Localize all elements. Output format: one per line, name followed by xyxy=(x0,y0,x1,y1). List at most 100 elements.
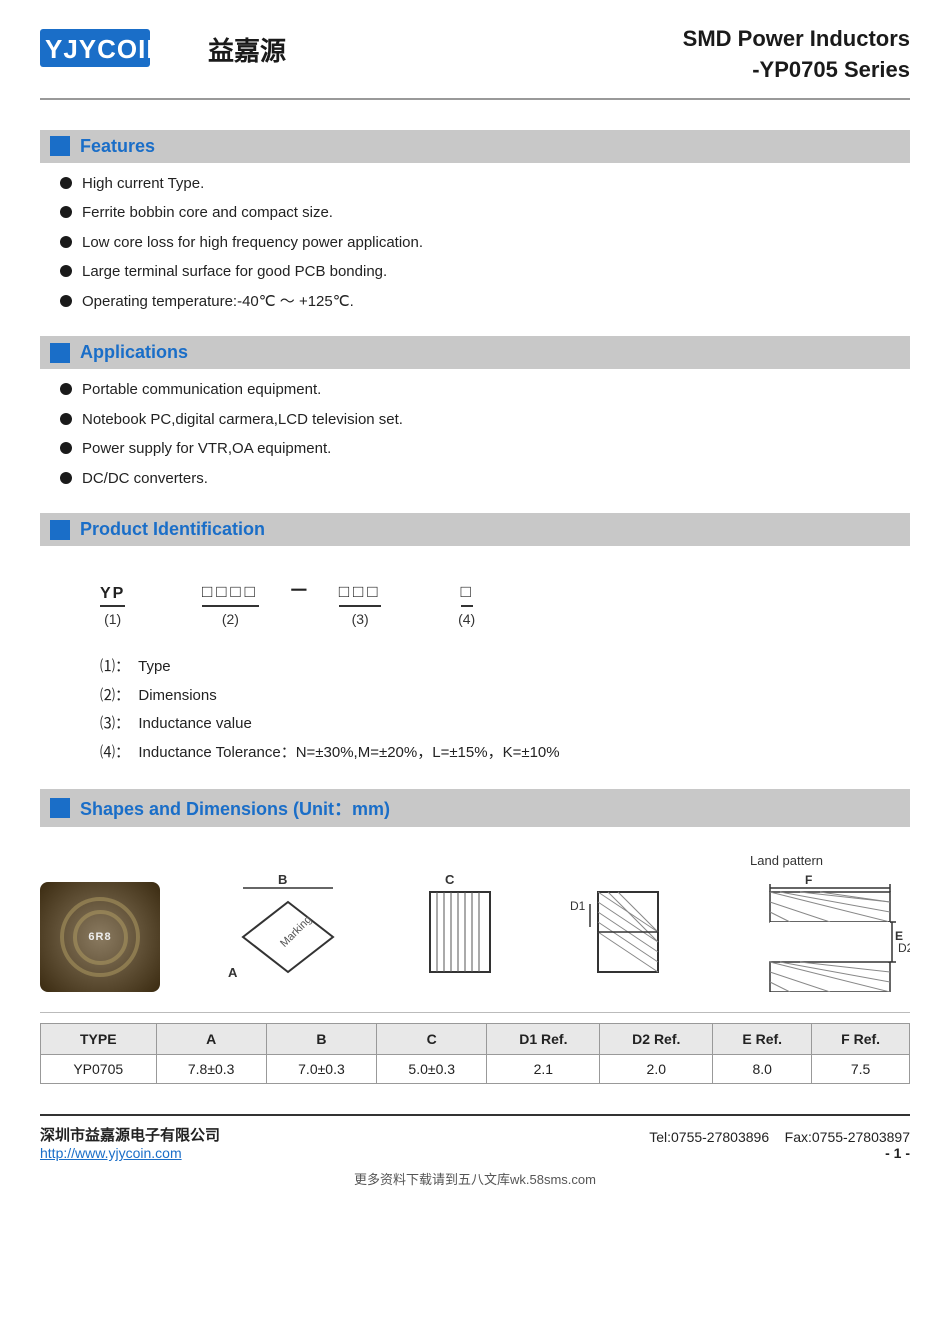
bullet-dot xyxy=(60,177,72,189)
cell-c: 5.0±0.3 xyxy=(377,1055,487,1084)
footer-right: Tel:0755-27803896 Fax:0755-27803897 - 1 … xyxy=(649,1129,910,1161)
pid-label-3: (3) xyxy=(352,611,369,627)
pid-code-4: □ xyxy=(461,584,473,607)
svg-text:YJYCOIN: YJYCOIN xyxy=(45,34,166,64)
component-label: 6R8 xyxy=(88,931,111,943)
bullet-dot xyxy=(60,413,72,425)
col-a: A xyxy=(156,1024,266,1055)
svg-text:D2: D2 xyxy=(898,941,910,955)
bullet-dot xyxy=(60,383,72,395)
shapes-section-header: Shapes and Dimensions (Unit：mm) xyxy=(40,789,910,827)
land-pattern-area: Land pattern F E xyxy=(750,853,910,992)
bullet-dot xyxy=(60,206,72,218)
bullet-dot xyxy=(60,236,72,248)
main-title: SMD Power Inductors xyxy=(683,24,910,55)
pid-part-1: YP (1) xyxy=(100,585,125,627)
col-b: B xyxy=(266,1024,376,1055)
pid-part-2: □□□□ (2) xyxy=(202,584,259,627)
land-pattern-svg: F E xyxy=(750,872,910,992)
shapes-icon xyxy=(50,798,70,818)
header: YJYCOIN 益嘉源 SMD Power Inductors -YP0705 … xyxy=(40,24,910,100)
cell-type: YP0705 xyxy=(41,1055,157,1084)
logo-area: YJYCOIN 益嘉源 xyxy=(40,24,286,74)
component-photo: 6R8 xyxy=(40,882,160,992)
pid-label-1: (1) xyxy=(104,611,121,627)
front-view-diagram: D1 xyxy=(568,872,688,992)
footer-bottom: 更多资料下载请到五八文库wk.58sms.com xyxy=(40,1169,910,1188)
side-view-diagram: C xyxy=(415,872,505,992)
cell-d1: 2.1 xyxy=(487,1055,600,1084)
note-3: ⑶： Inductance value xyxy=(100,710,910,739)
pid-part-3: □□□ (3) xyxy=(339,584,382,627)
features-list: High current Type. Ferrite bobbin core a… xyxy=(40,173,910,321)
col-f: F Ref. xyxy=(812,1024,910,1055)
col-c: C xyxy=(377,1024,487,1055)
col-d1: D1 Ref. xyxy=(487,1024,600,1055)
cell-b: 7.0±0.3 xyxy=(266,1055,376,1084)
dimensions-table: TYPE A B C D1 Ref. D2 Ref. E Ref. F Ref.… xyxy=(40,1023,910,1084)
component-photo-area: 6R8 xyxy=(40,882,160,992)
side-view-svg: C xyxy=(415,872,505,992)
list-item: Portable communication equipment. xyxy=(60,379,910,402)
company-name: 深圳市益嘉源电子有限公司 xyxy=(40,1124,220,1145)
applications-icon xyxy=(50,343,70,363)
product-id-section-header: Product Identification xyxy=(40,513,910,546)
list-item: Ferrite bobbin core and compact size. xyxy=(60,202,910,225)
features-icon xyxy=(50,136,70,156)
footer-fax: Fax:0755-27803897 xyxy=(785,1129,910,1145)
product-id-notes: ⑴： Type ⑵： Dimensions ⑶： Inductance valu… xyxy=(100,653,910,767)
col-e: E Ref. xyxy=(713,1024,812,1055)
list-item: Operating temperature:-40℃ ～ +125℃. xyxy=(60,291,910,314)
svg-text:B: B xyxy=(278,872,287,887)
product-id-diagram: YP (1) □□□□ (2) － □□□ (3) □ (4) xyxy=(100,574,910,627)
col-type: TYPE xyxy=(41,1024,157,1055)
cell-a: 7.8±0.3 xyxy=(156,1055,266,1084)
list-item: Large terminal surface for good PCB bond… xyxy=(60,261,910,284)
svg-text:F: F xyxy=(805,873,812,887)
footer: 深圳市益嘉源电子有限公司 http://www.yjycoin.com Tel:… xyxy=(40,1114,910,1161)
svg-text:D1: D1 xyxy=(570,899,586,913)
product-id-label: Product Identification xyxy=(80,519,265,540)
cell-f: 7.5 xyxy=(812,1055,910,1084)
header-title: SMD Power Inductors -YP0705 Series xyxy=(683,24,910,86)
col-d2: D2 Ref. xyxy=(600,1024,713,1055)
applications-section-header: Applications xyxy=(40,336,910,369)
list-item: Low core loss for high frequency power a… xyxy=(60,232,910,255)
cell-d2: 2.0 xyxy=(600,1055,713,1084)
note-4: ⑷： Inductance Tolerance：N=±30%,M=±20%，L=… xyxy=(100,739,910,768)
footer-tel: Tel:0755-27803896 xyxy=(649,1129,769,1145)
product-id-icon xyxy=(50,520,70,540)
bullet-dot xyxy=(60,265,72,277)
pid-dash: － xyxy=(289,574,309,617)
shapes-diagrams: 6R8 B Marking A C xyxy=(40,837,910,1013)
svg-text:Marking: Marking xyxy=(278,914,314,950)
land-pattern-label: Land pattern xyxy=(750,853,823,868)
list-item: Power supply for VTR,OA equipment. xyxy=(60,438,910,461)
features-section-header: Features xyxy=(40,130,910,163)
pid-spacer2 xyxy=(411,590,428,627)
footer-left: 深圳市益嘉源电子有限公司 http://www.yjycoin.com xyxy=(40,1124,220,1161)
note-2: ⑵： Dimensions xyxy=(100,682,910,711)
svg-text:A: A xyxy=(228,965,238,980)
website-link[interactable]: http://www.yjycoin.com xyxy=(40,1145,182,1161)
top-view-diagram: B Marking A xyxy=(223,872,353,992)
pid-label-2: (2) xyxy=(222,611,239,627)
pid-code-3: □□□ xyxy=(339,584,382,607)
pid-spacer xyxy=(155,590,172,627)
svg-text:C: C xyxy=(445,872,455,887)
bullet-dot xyxy=(60,472,72,484)
applications-label: Applications xyxy=(80,342,188,363)
applications-list: Portable communication equipment. Notebo… xyxy=(40,379,910,497)
features-label: Features xyxy=(80,136,155,157)
top-view-svg: B Marking A xyxy=(223,872,353,992)
list-item: DC/DC converters. xyxy=(60,468,910,491)
pid-label-4: (4) xyxy=(458,611,475,627)
note-1: ⑴： Type xyxy=(100,653,910,682)
pid-code-1: YP xyxy=(100,585,125,607)
front-view-svg: D1 xyxy=(568,872,688,992)
bullet-dot xyxy=(60,295,72,307)
pid-part-4: □ (4) xyxy=(458,584,475,627)
logo-chinese: 益嘉源 xyxy=(208,31,286,68)
table-row: YP0705 7.8±0.3 7.0±0.3 5.0±0.3 2.1 2.0 8… xyxy=(41,1055,910,1084)
bullet-dot xyxy=(60,442,72,454)
